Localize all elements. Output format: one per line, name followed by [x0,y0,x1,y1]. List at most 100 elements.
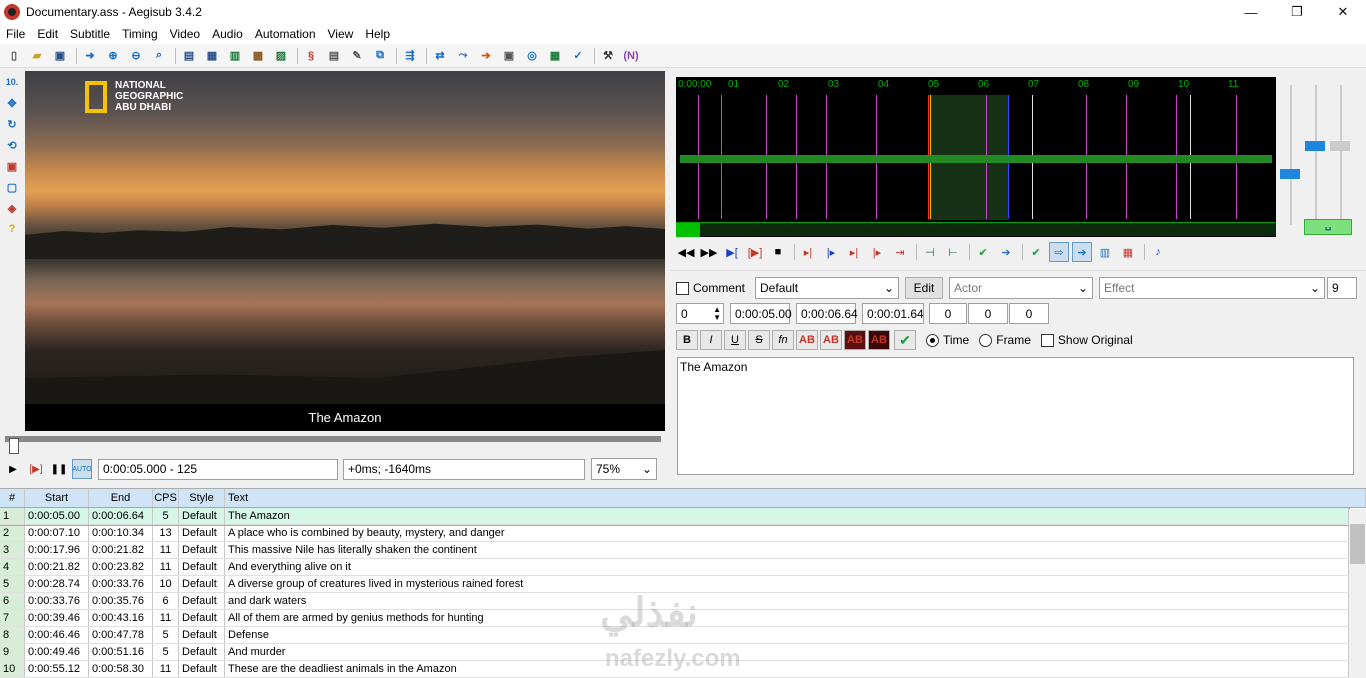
new-file-icon[interactable]: ▯ [4,46,24,66]
menu-file[interactable]: File [0,27,31,41]
table-row[interactable]: 1 0:00:05.00 0:00:06.64 5 Default The Amazon [0,507,1350,526]
open-file-icon[interactable]: ▰ [27,46,47,66]
video-seek-slider[interactable] [5,434,661,454]
commit-icon[interactable]: ✔ [973,242,993,262]
audio-scrollbar-thumb[interactable] [676,223,700,237]
lead-out-icon[interactable]: ⊢ [943,242,963,262]
clip-tool-icon[interactable]: ▢ [3,178,21,196]
next-line-icon[interactable]: ▶▶ [699,242,719,262]
assistant-icon[interactable]: ▦ [545,46,565,66]
auto-next-icon[interactable]: ⇨ [1049,242,1069,262]
play-before-end-icon[interactable]: ▸| [844,242,864,262]
pause-icon[interactable]: ❚❚ [49,459,69,479]
goto-icon[interactable]: ➔ [996,242,1016,262]
effect-combo[interactable]: Effect ⌄ [1099,277,1326,299]
karaoke-mode-icon[interactable]: ♪ [1148,242,1168,262]
header-start[interactable]: Start [25,489,89,507]
open-video-icon[interactable]: ▩ [248,46,268,66]
auto-commit-icon[interactable]: ✔ [1026,242,1046,262]
grid-scrollbar[interactable] [1349,509,1366,678]
comment-checkbox[interactable] [676,281,689,295]
end-time-field[interactable]: 0:00:06.64 [796,303,858,324]
font-button[interactable]: fn [772,330,794,350]
header-end[interactable]: End [89,489,153,507]
link-zoom-toggle[interactable]: ␣ [1304,219,1352,235]
italic-button[interactable]: I [700,330,722,350]
play-after-end-icon[interactable]: |▸ [867,242,887,262]
margin-left-field[interactable]: 0 [929,303,967,324]
play-line-icon[interactable]: [▶] [26,459,46,479]
outline-color-button[interactable]: AB [844,330,866,350]
video-display[interactable]: NATIONAL GEOGRAPHIC ABU DHABI The Amazon [25,71,665,431]
edit-style-button[interactable]: Edit [905,277,944,299]
spin-arrows-icon[interactable]: ▲ ▼ [713,305,721,322]
volume-slider[interactable] [1330,141,1350,151]
maximize-button[interactable]: ❐ [1274,0,1320,24]
find-icon[interactable]: ⌕ [149,46,169,66]
auto-scroll-icon[interactable]: ➔ [1072,242,1092,262]
styles-manager-icon[interactable]: ▤ [324,46,344,66]
actor-combo[interactable]: Actor ⌄ [949,277,1094,299]
frame-radio[interactable] [979,333,993,347]
style-select[interactable]: Default ⌄ [755,277,900,299]
margin-vertical-field[interactable]: 0 [1009,303,1049,324]
zoom-out-icon[interactable]: ⊖ [126,46,146,66]
video-details-icon[interactable]: ▥ [225,46,245,66]
timing-postprocessor-icon[interactable]: ⇄ [430,46,450,66]
scale-tool-icon[interactable]: ▣ [3,157,21,175]
play-selection-icon[interactable]: ▶[ [722,242,742,262]
table-row[interactable]: 4 0:00:21.82 0:00:23.82 11 Default And everyt… [0,559,1349,576]
header-text[interactable]: Text [225,489,1366,507]
duration-field[interactable]: 0:00:01.64 [862,303,924,324]
underline-button[interactable]: U [724,330,746,350]
check-icon[interactable]: ✓ [568,46,588,66]
stop-icon[interactable]: ■ [768,242,788,262]
layer-spinner[interactable]: 0 ▲ ▼ [676,303,724,324]
drag-tool-icon[interactable]: ✥ [3,94,21,112]
zoom-in-icon[interactable]: ⊕ [103,46,123,66]
help-icon[interactable]: ? [3,220,21,238]
secondary-color-button[interactable]: AB [820,330,842,350]
seek-thumb[interactable] [9,438,19,454]
header-number[interactable]: # [0,489,25,507]
kanji-timer-icon[interactable]: ⤳ [453,46,473,66]
video-position-field[interactable]: 0:00:05.000 - 125 [98,458,338,480]
automation-manager-icon[interactable]: (N) [621,46,641,66]
menu-video[interactable]: Video [164,27,206,41]
margin-right-field[interactable]: 0 [968,303,1008,324]
spell-check-icon[interactable]: ◎ [522,46,542,66]
menu-edit[interactable]: Edit [31,27,64,41]
commit-button[interactable]: ✔ [894,330,916,350]
bold-button[interactable]: B [676,330,698,350]
automation-icon[interactable]: § [301,46,321,66]
horizontal-zoom-slider[interactable] [1280,169,1300,179]
menu-subtitle[interactable]: Subtitle [64,27,116,41]
fonts-collector-icon[interactable]: ▦ [202,46,222,66]
rotate-xy-icon[interactable]: ⟲ [3,136,21,154]
zoom-select[interactable]: 75% ⌄ [591,458,657,480]
select-lines-icon[interactable]: ▣ [499,46,519,66]
lead-in-icon[interactable]: ⊣ [920,242,940,262]
table-row[interactable]: 3 0:00:17.96 0:00:21.82 11 Default This massi… [0,542,1349,559]
resample-icon[interactable]: ➔ [476,46,496,66]
rotate-z-icon[interactable]: ↻ [3,115,21,133]
close-button[interactable]: ✕ [1320,0,1366,24]
properties-icon[interactable]: ✎ [347,46,367,66]
show-original-checkbox[interactable] [1040,333,1054,347]
play-after-start-icon[interactable]: |▸ [821,242,841,262]
subtitle-text-editor[interactable]: The Amazon [677,357,1354,475]
play-icon[interactable]: ▶ [3,459,23,479]
menu-view[interactable]: View [322,27,360,41]
translation-icon[interactable]: ⧉ [370,46,390,66]
prev-line-icon[interactable]: ◀◀ [676,242,696,262]
shadow-color-button[interactable]: AB [868,330,890,350]
spectrum-icon[interactable]: ▥ [1095,242,1115,262]
save-file-icon[interactable]: ▣ [50,46,70,66]
vector-clip-icon[interactable]: ◈ [3,199,21,217]
header-style[interactable]: Style [179,489,225,507]
video-properties-icon[interactable]: ▨ [271,46,291,66]
play-to-end-icon[interactable]: ⇥ [890,242,910,262]
primary-color-button[interactable]: AB [796,330,818,350]
menu-automation[interactable]: Automation [249,27,322,41]
header-cps[interactable]: CPS [153,489,179,507]
